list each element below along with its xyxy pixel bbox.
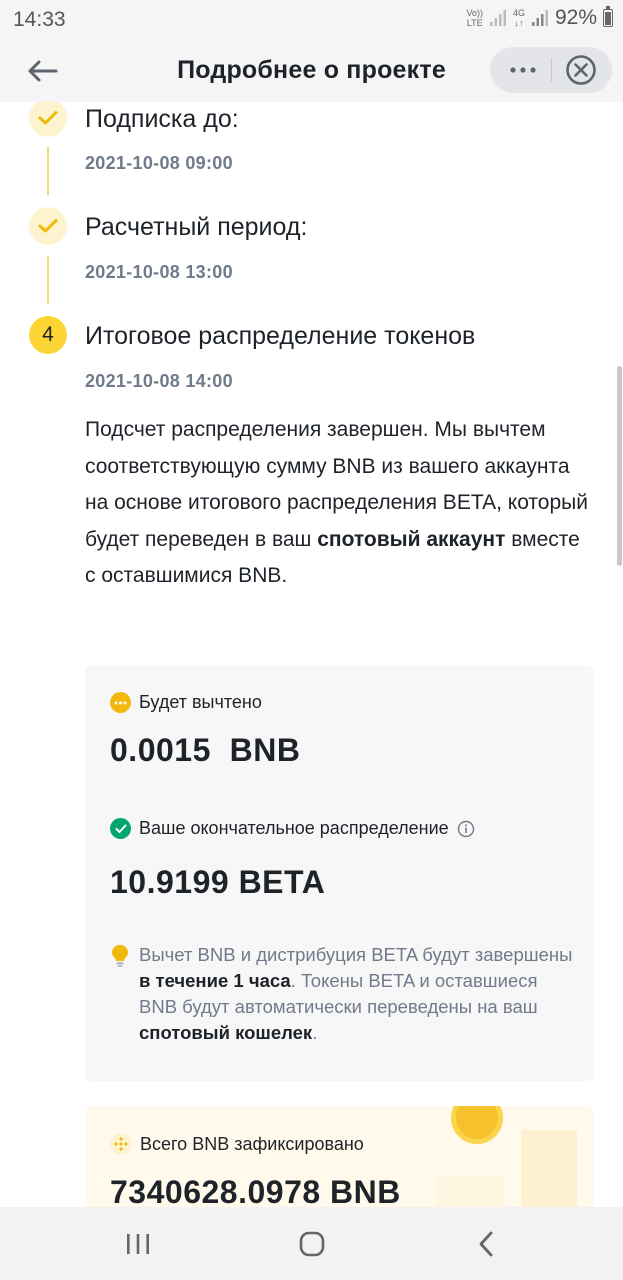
deducted-value: 0.0015 BNB: [110, 732, 301, 768]
decorative-shape: [435, 1176, 505, 1207]
spot-account-highlight: спотовый аккаунт: [317, 527, 506, 551]
pending-dots-icon: [110, 692, 131, 713]
final-allocation-row: Ваше окончательное распределение: [110, 818, 475, 839]
step-title: Итоговое распределение токенов: [85, 322, 476, 350]
step-date: 2021-10-08 09:00: [85, 153, 233, 173]
total-committed-row: Всего BNB зафиксировано: [110, 1133, 364, 1155]
timeline-line: [47, 256, 49, 304]
decorative-shape: [521, 1130, 577, 1207]
final-allocation-label: Ваше окончательное распределение: [139, 818, 449, 838]
close-button[interactable]: [558, 47, 604, 93]
bnb-icon: [110, 1133, 132, 1155]
note-text: Вычет BNB и дистрибуция BETA будут завер…: [139, 944, 573, 1043]
info-icon[interactable]: [457, 820, 475, 838]
step-title: Подписка до:: [85, 105, 239, 133]
network-4g-icon: 4G ↓↑: [512, 8, 525, 28]
recent-apps-icon: [127, 1234, 149, 1254]
deducted-label: Будет вычтено: [139, 692, 262, 712]
battery-percent: 92%: [554, 6, 597, 29]
more-dots-icon: [510, 67, 536, 73]
signal-icon: [531, 10, 548, 26]
completion-note: Вычет BNB и дистрибуция BETA будут завер…: [110, 942, 580, 1046]
step-date: 2021-10-08 14:00: [85, 371, 233, 391]
step-title: Расчетный период:: [85, 213, 308, 241]
status-indicators: Vo)) LTE 4G ↓↑ 92%: [466, 6, 613, 30]
success-check-icon: [110, 818, 131, 839]
step-done-icon: [29, 207, 67, 245]
system-nav-bar: [0, 1207, 623, 1280]
close-circle-icon: [566, 55, 596, 85]
check-icon: [38, 111, 58, 125]
home-icon: [299, 1231, 325, 1257]
check-icon: [38, 219, 58, 233]
scrollbar[interactable]: [617, 366, 622, 566]
step-date: 2021-10-08 13:00: [85, 262, 233, 282]
total-committed-value: 7340628.0978 BNB: [110, 1174, 401, 1207]
total-committed-label: Всего BNB зафиксировано: [140, 1133, 364, 1154]
more-button[interactable]: [498, 47, 548, 93]
battery-icon: [603, 6, 613, 27]
signal-icon: [489, 10, 506, 26]
total-committed-card: Всего BNB зафиксировано 7340628.0978 BNB: [85, 1106, 594, 1207]
home-button[interactable]: [287, 1225, 337, 1263]
step-done-icon: [29, 102, 67, 137]
system-back-button[interactable]: [462, 1225, 512, 1263]
project-details: Подписка до: 2021-10-08 09:00 Расчетный …: [0, 102, 623, 1207]
header: Подробнее о проекте: [0, 40, 623, 102]
status-time: 14:33: [13, 8, 66, 31]
final-allocation-value: 10.9199 BETA: [110, 864, 326, 900]
mini-app-capsule: [490, 47, 612, 93]
lightbulb-icon: [112, 945, 128, 967]
deducted-row: Будет вычтено: [110, 692, 262, 713]
timeline-line: [47, 147, 49, 195]
step-number-badge: 4: [29, 316, 67, 354]
status-bar: 14:33 Vo)) LTE 4G ↓↑ 92%: [0, 0, 623, 40]
step-description: Подсчет распределения завершен. Мы вычте…: [85, 418, 588, 587]
allocation-card: Будет вычтено 0.0015 BNB Ваше окончатель…: [85, 666, 594, 1081]
coin-illustration-icon: [451, 1106, 503, 1144]
recent-apps-button[interactable]: [113, 1225, 163, 1263]
capsule-divider: [551, 58, 552, 82]
back-icon: [479, 1231, 493, 1257]
volte-icon: Vo)) LTE: [466, 8, 483, 28]
